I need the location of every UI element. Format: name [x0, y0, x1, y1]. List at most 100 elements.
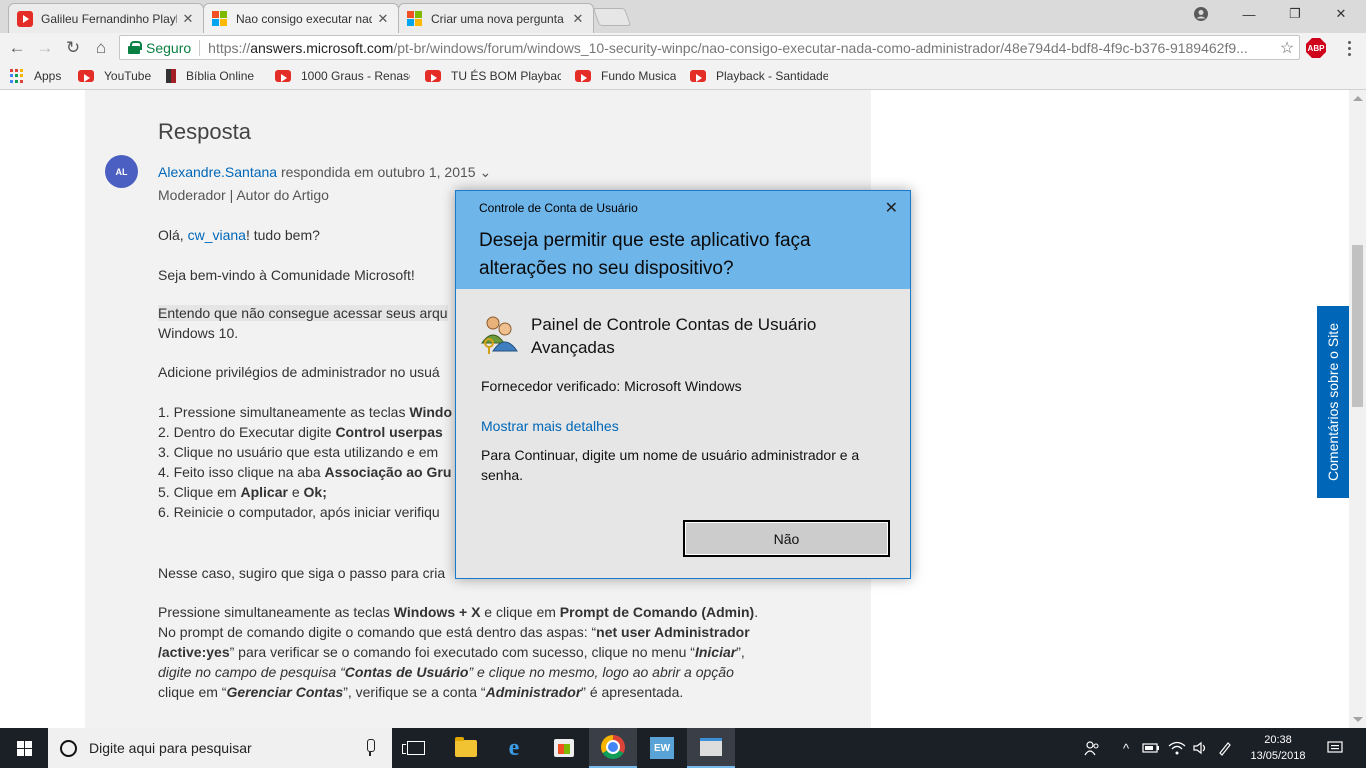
- bookmark-fundo-musica[interactable]: Fundo Musica: [575, 68, 676, 84]
- store-icon: [554, 739, 574, 757]
- ew-app-button[interactable]: EW: [638, 728, 686, 768]
- task-view-icon: [402, 741, 425, 755]
- instruction-line-1: Pressione simultaneamente as teclas Wind…: [158, 604, 759, 620]
- no-button[interactable]: Não: [683, 520, 890, 557]
- close-icon[interactable]: ✕: [181, 11, 195, 27]
- bible-icon: [166, 69, 176, 83]
- scroll-up-icon[interactable]: [1353, 96, 1363, 101]
- reload-icon[interactable]: ↻: [61, 36, 85, 60]
- browser-menu-icon[interactable]: [1340, 37, 1358, 59]
- cortana-icon: [60, 739, 77, 757]
- browser-toolbar: ← → ↻ ⌂ Seguro https://answers.microsoft…: [0, 33, 1366, 62]
- answer-heading: Resposta: [158, 119, 251, 144]
- avatar[interactable]: AL: [105, 155, 138, 188]
- windows-logo-icon: [16, 740, 32, 756]
- new-tab-button[interactable]: [592, 8, 632, 26]
- close-icon[interactable]: ✕: [885, 198, 898, 218]
- ew-icon: EW: [650, 737, 674, 759]
- forward-arrow-icon[interactable]: →: [33, 36, 57, 60]
- store-button[interactable]: [540, 728, 588, 768]
- clock-time: 20:38: [1264, 734, 1292, 746]
- wifi-icon[interactable]: [1166, 728, 1188, 768]
- users-icon: [480, 313, 520, 355]
- bookmark-playback-santidade[interactable]: Playback - Santidade: [690, 68, 828, 84]
- bookmark-star-icon[interactable]: ☆: [1275, 38, 1299, 58]
- case-text: Nesse caso, sugiro que siga o passo para…: [158, 565, 446, 581]
- minimize-button[interactable]: —: [1226, 2, 1272, 26]
- author-role: Moderador | Autor do Artigo: [158, 187, 329, 203]
- home-icon[interactable]: ⌂: [89, 36, 113, 60]
- edge-button[interactable]: e: [490, 728, 538, 768]
- restore-button[interactable]: ❐: [1272, 2, 1318, 26]
- uac-info-text: Para Continuar, digite um nome de usuári…: [481, 447, 860, 483]
- youtube-icon: [78, 70, 94, 82]
- address-bar[interactable]: Seguro https://answers.microsoft.com/pt-…: [119, 35, 1300, 60]
- volume-icon[interactable]: [1190, 728, 1212, 768]
- scroll-down-icon[interactable]: [1353, 717, 1363, 722]
- bookmark-1000-graus[interactable]: 1000 Graus - Renasc: [275, 68, 410, 84]
- step-3: 3. Clique no usuário que esta utilizando…: [158, 444, 439, 460]
- tab-new-question[interactable]: Criar uma nova pergunta ✕: [398, 3, 594, 33]
- instruction-line-3: /active:yes” para verificar se o comando…: [158, 644, 745, 660]
- back-arrow-icon[interactable]: ←: [5, 36, 29, 60]
- pen-icon[interactable]: [1214, 728, 1236, 768]
- chevron-down-icon[interactable]: ⌄: [479, 164, 491, 180]
- uac-question: Deseja permitir que este aplicativo faça…: [479, 230, 811, 279]
- close-window-button[interactable]: ✕: [1318, 2, 1364, 26]
- clock[interactable]: 20:38 13/05/2018: [1240, 732, 1316, 764]
- youtube-icon: [690, 70, 706, 82]
- step-1: 1. Pressione simultaneamente as teclas W…: [158, 404, 452, 420]
- task-view-button[interactable]: [392, 728, 440, 768]
- clock-date: 13/05/2018: [1250, 750, 1306, 762]
- profile-icon[interactable]: [1178, 2, 1224, 26]
- bookmark-youtube[interactable]: YouTube: [78, 68, 151, 84]
- file-explorer-button[interactable]: [442, 728, 490, 768]
- youtube-icon: [575, 70, 591, 82]
- welcome-text: Seja bem-vindo à Comunidade Microsoft!: [158, 267, 415, 283]
- page-scrollbar[interactable]: [1349, 90, 1366, 728]
- chrome-icon: [601, 735, 625, 759]
- understand-text-2: Windows 10.: [158, 325, 239, 341]
- folder-icon: [455, 736, 477, 757]
- chrome-button[interactable]: [589, 728, 637, 768]
- notifications-icon[interactable]: [1318, 728, 1352, 768]
- show-more-details-link[interactable]: Mostrar mais detalhes: [481, 418, 619, 434]
- tab-strip: Galileu Fernandinho Playb ✕ Nao consigo …: [0, 0, 1366, 33]
- step-2: 2. Dentro do Executar digite Control use…: [158, 424, 443, 440]
- adblock-plus-icon[interactable]: ABP: [1306, 38, 1326, 58]
- add-priv-text: Adicione privilégios de administrador no…: [158, 364, 440, 380]
- taskbar-search-box[interactable]: Digite aqui para pesquisar: [48, 728, 392, 768]
- secure-label: Seguro: [146, 39, 201, 56]
- user-link[interactable]: cw_viana: [188, 227, 246, 243]
- microphone-icon[interactable]: [364, 739, 376, 757]
- understand-text: Entendo que não consegue acessar seus ar…: [158, 305, 448, 321]
- close-icon[interactable]: ✕: [376, 11, 390, 27]
- url-text[interactable]: https://answers.microsoft.com/pt-br/wind…: [208, 40, 1275, 56]
- tab-youtube[interactable]: Galileu Fernandinho Playb ✕: [8, 3, 204, 33]
- start-button[interactable]: [0, 728, 48, 768]
- scroll-thumb[interactable]: [1352, 245, 1363, 407]
- taskbar: Digite aqui para pesquisar e EW ^ 20:38 …: [0, 728, 1366, 768]
- battery-icon[interactable]: [1140, 728, 1162, 768]
- window-icon: [700, 738, 722, 756]
- step-6: 6. Reinicie o computador, após iniciar v…: [158, 504, 440, 520]
- tab-answers[interactable]: Nao consigo executar nad ✕: [203, 3, 399, 33]
- youtube-icon: [17, 10, 33, 27]
- chevron-up-icon[interactable]: ^: [1116, 728, 1136, 768]
- instruction-line-4: digite no campo de pesquisa “Contas de U…: [158, 664, 734, 680]
- uac-header: Controle de Conta de Usuário ✕ Deseja pe…: [456, 191, 910, 289]
- uac-app-button[interactable]: [687, 728, 735, 768]
- step-4: 4. Feito isso clique na aba Associação a…: [158, 464, 452, 480]
- bookmark-apps[interactable]: Apps: [10, 68, 61, 84]
- bookmark-biblia[interactable]: Bíblia Online: [166, 68, 254, 84]
- instruction-line-5: clique em “Gerenciar Contas”, verifique …: [158, 684, 684, 700]
- people-icon[interactable]: [1080, 728, 1104, 768]
- youtube-icon: [425, 70, 441, 82]
- bookmarks-bar: Apps YouTube Bíblia Online 1000 Graus - …: [0, 62, 1366, 90]
- close-icon[interactable]: ✕: [571, 11, 585, 27]
- bookmark-tu-es-bom[interactable]: TU ÉS BOM Playback: [425, 68, 561, 84]
- uac-vendor: Fornecedor verificado: Microsoft Windows: [481, 378, 742, 394]
- author-link[interactable]: Alexandre.Santana: [158, 164, 277, 180]
- edge-icon: e: [508, 734, 520, 761]
- site-feedback-tab[interactable]: Comentários sobre o Site: [1317, 306, 1349, 498]
